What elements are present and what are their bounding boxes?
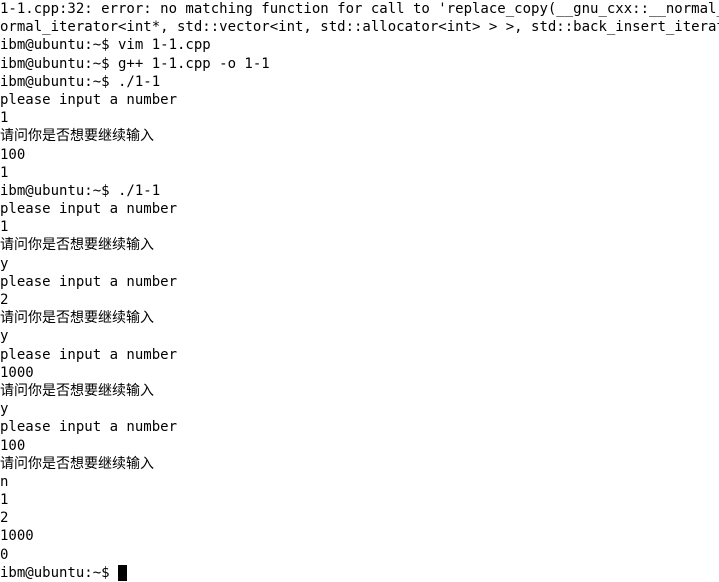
- terminal-line: 请问你是否想要继续输入: [0, 455, 719, 473]
- terminal-line: 100: [0, 146, 719, 164]
- terminal-line: please input a number: [0, 418, 719, 436]
- terminal-line: 1: [0, 164, 719, 182]
- terminal-line: ibm@ubuntu:~$: [0, 564, 719, 582]
- terminal-line: y: [0, 400, 719, 418]
- terminal-line: n: [0, 473, 719, 491]
- terminal-line: please input a number: [0, 91, 719, 109]
- terminal-line: 2: [0, 509, 719, 527]
- terminal-line: 请问你是否想要继续输入: [0, 309, 719, 327]
- terminal-output[interactable]: 1-1.cpp:32: error: no matching function …: [0, 0, 719, 582]
- terminal-line: 1: [0, 109, 719, 127]
- terminal-line: 1-1.cpp:32: error: no matching function …: [0, 0, 719, 18]
- terminal-line: ormal_iterator<int*, std::vector<int, st…: [0, 18, 719, 36]
- terminal-line: ibm@ubuntu:~$ ./1-1: [0, 182, 719, 200]
- terminal-line: 1000: [0, 364, 719, 382]
- terminal-line: 1: [0, 218, 719, 236]
- terminal-line: please input a number: [0, 273, 719, 291]
- terminal-line: 2: [0, 291, 719, 309]
- terminal-line: y: [0, 255, 719, 273]
- terminal-line: 1: [0, 491, 719, 509]
- terminal-line: ibm@ubuntu:~$ vim 1-1.cpp: [0, 36, 719, 54]
- terminal-line: 请问你是否想要继续输入: [0, 236, 719, 254]
- terminal-line: y: [0, 327, 719, 345]
- terminal-line: 请问你是否想要继续输入: [0, 382, 719, 400]
- cursor-block: [118, 565, 127, 581]
- terminal-line: ibm@ubuntu:~$ g++ 1-1.cpp -o 1-1: [0, 55, 719, 73]
- terminal-line: 1000: [0, 527, 719, 545]
- terminal-line: please input a number: [0, 346, 719, 364]
- terminal-line: 0: [0, 546, 719, 564]
- terminal-line: 请问你是否想要继续输入: [0, 127, 719, 145]
- terminal-line: ibm@ubuntu:~$ ./1-1: [0, 73, 719, 91]
- terminal-line: 100: [0, 437, 719, 455]
- terminal-line: please input a number: [0, 200, 719, 218]
